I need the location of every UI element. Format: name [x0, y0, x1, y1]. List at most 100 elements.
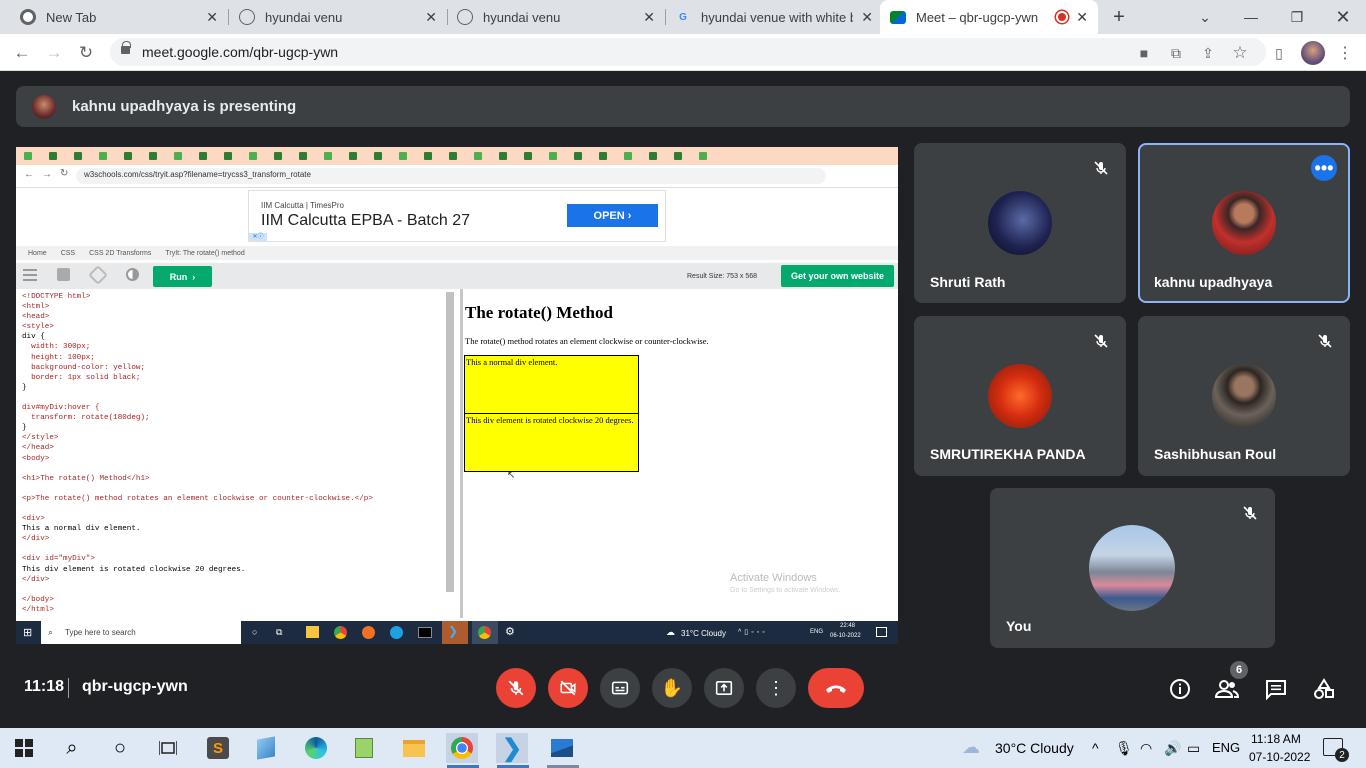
- tab-meet[interactable]: Meet – qbr-ugcp-ywn ✕: [880, 0, 1098, 34]
- photos-icon[interactable]: [546, 733, 578, 763]
- reload-icon[interactable]: ↻: [74, 42, 98, 64]
- open-in-new-icon[interactable]: ⧉: [1165, 42, 1187, 64]
- present-icon: [715, 681, 733, 695]
- new-tab-button[interactable]: +: [1106, 5, 1132, 29]
- search-icon[interactable]: ⌕: [56, 733, 88, 763]
- notepad-plus-icon[interactable]: [348, 733, 380, 763]
- microphone-icon[interactable]: 🎙: [1115, 740, 1133, 757]
- code-line: border: 1px solid black;: [22, 373, 141, 382]
- avatar: [1212, 191, 1276, 255]
- camera-icon[interactable]: ■: [1133, 42, 1155, 64]
- bookmark-star-icon[interactable]: ☆: [1229, 42, 1251, 64]
- close-icon[interactable]: ✕: [1076, 9, 1088, 26]
- shared-tab-favicon: [299, 152, 307, 160]
- close-icon[interactable]: ✕: [425, 9, 437, 26]
- code-line: div#myDiv:hover {: [22, 404, 100, 413]
- people-button[interactable]: [1214, 676, 1240, 702]
- vscode-icon[interactable]: ❯: [496, 733, 528, 763]
- leave-call-button[interactable]: [808, 668, 864, 708]
- captions-button[interactable]: [600, 668, 640, 708]
- shared-tab-favicon: [474, 152, 482, 160]
- wifi-icon[interactable]: ◠: [1140, 740, 1152, 757]
- start-button[interactable]: [8, 733, 40, 763]
- back-icon[interactable]: ←: [10, 42, 34, 64]
- avatar: [1089, 525, 1175, 611]
- code-line: <body>: [22, 454, 50, 463]
- shared-weather: 31°C Cloudy: [681, 629, 726, 638]
- sublime-text-icon[interactable]: S: [202, 733, 234, 763]
- divider: [68, 678, 69, 698]
- tab-hyundai-venu-1[interactable]: hyundai venu ✕: [229, 0, 447, 34]
- activities-button[interactable]: [1311, 676, 1337, 702]
- raise-hand-button[interactable]: ✋: [652, 668, 692, 708]
- meet-icon: [890, 10, 906, 24]
- notification-count-badge: 2: [1335, 748, 1349, 762]
- tab-new-tab[interactable]: New Tab ✕: [10, 0, 228, 34]
- shared-tab-favicon: [349, 152, 357, 160]
- avatar: [988, 191, 1052, 255]
- forward-icon[interactable]: →: [42, 42, 66, 64]
- ad-brand: IIM Calcutta | TimesPro: [261, 201, 344, 210]
- code-line: div {: [22, 333, 45, 342]
- avatar: [988, 364, 1052, 428]
- present-screen-button[interactable]: [704, 668, 744, 708]
- tryit-menu-icon: [23, 269, 37, 281]
- language-indicator[interactable]: ENG: [1212, 740, 1240, 755]
- mic-off-icon: [1086, 153, 1116, 183]
- tab-label: New Tab: [46, 9, 97, 25]
- shared-tab-favicon: [49, 152, 57, 160]
- battery-icon[interactable]: ▭: [1187, 740, 1200, 757]
- notepad-icon[interactable]: [250, 733, 282, 763]
- camera-toggle-button[interactable]: [548, 668, 588, 708]
- show-hidden-icons-icon[interactable]: ^: [1092, 740, 1099, 756]
- chat-button[interactable]: [1263, 676, 1289, 702]
- file-explorer-icon[interactable]: [398, 733, 430, 763]
- menu-kebab-icon[interactable]: ⋮: [1334, 42, 1356, 64]
- shared-windows-taskbar: ⊞ ⌕ Type here to search ○ ⧉ ❯ ⚙ ☁ 31°C C…: [16, 621, 898, 644]
- chrome-taskbar-icon[interactable]: [446, 733, 478, 763]
- more-options-button[interactable]: ⋮: [756, 668, 796, 708]
- ad-open-label: OPEN: [593, 209, 625, 222]
- clock-time[interactable]: 11:18 AM: [1251, 732, 1301, 746]
- edge-icon[interactable]: [300, 733, 332, 763]
- code-line: This div element is rotated clockwise 20…: [22, 565, 246, 574]
- meeting-info-button[interactable]: [1167, 676, 1193, 702]
- shared-tab-favicon: [24, 152, 32, 160]
- tryit-toolbar: [16, 263, 898, 289]
- side-panel-icon[interactable]: ▯: [1268, 42, 1290, 64]
- close-icon[interactable]: ✕: [861, 9, 873, 26]
- globe-icon: [457, 9, 473, 25]
- url-text[interactable]: meet.google.com/qbr-ugcp-ywn: [142, 44, 338, 60]
- task-view-icon[interactable]: [152, 733, 184, 763]
- tab-hyundai-venu-2[interactable]: hyundai venu ✕: [447, 0, 665, 34]
- shared-back-icon: ←: [24, 169, 34, 180]
- lock-icon[interactable]: [121, 41, 131, 54]
- close-icon[interactable]: ✕: [206, 9, 218, 26]
- tab-search-icon[interactable]: ⌄: [1182, 0, 1228, 34]
- minimize-button[interactable]: —: [1228, 0, 1274, 34]
- activities-icon: [1314, 678, 1334, 699]
- weather-text[interactable]: 30°C Cloudy: [995, 740, 1074, 756]
- code-line: </div>: [22, 575, 50, 584]
- tab-google-search[interactable]: G hyundai venue with white ba ✕: [665, 0, 883, 34]
- shared-tab-favicon: [524, 152, 532, 160]
- participant-name: Shruti Rath: [930, 274, 1006, 290]
- shared-tab-favicon: [99, 152, 107, 160]
- code-line: </head>: [22, 444, 54, 453]
- clock-date[interactable]: 07-10-2022: [1249, 750, 1310, 764]
- mic-toggle-button[interactable]: [496, 668, 536, 708]
- shared-clock-time: 22:48: [840, 623, 856, 629]
- cortana-icon[interactable]: ○: [104, 733, 136, 763]
- shared-tab-favicon: [374, 152, 382, 160]
- result-heading: The rotate() Method: [465, 303, 613, 322]
- share-icon[interactable]: ⇪: [1197, 42, 1219, 64]
- volume-icon[interactable]: 🔊: [1164, 740, 1181, 757]
- restore-button[interactable]: ❐: [1274, 0, 1320, 34]
- more-options-icon[interactable]: •••: [1311, 155, 1337, 181]
- profile-avatar[interactable]: [1301, 41, 1325, 65]
- window-close-button[interactable]: ✕: [1320, 0, 1366, 34]
- activate-windows-title: Activate Windows: [730, 572, 817, 584]
- weather-cloud-icon[interactable]: ☁: [962, 737, 980, 758]
- close-icon[interactable]: ✕: [643, 9, 655, 26]
